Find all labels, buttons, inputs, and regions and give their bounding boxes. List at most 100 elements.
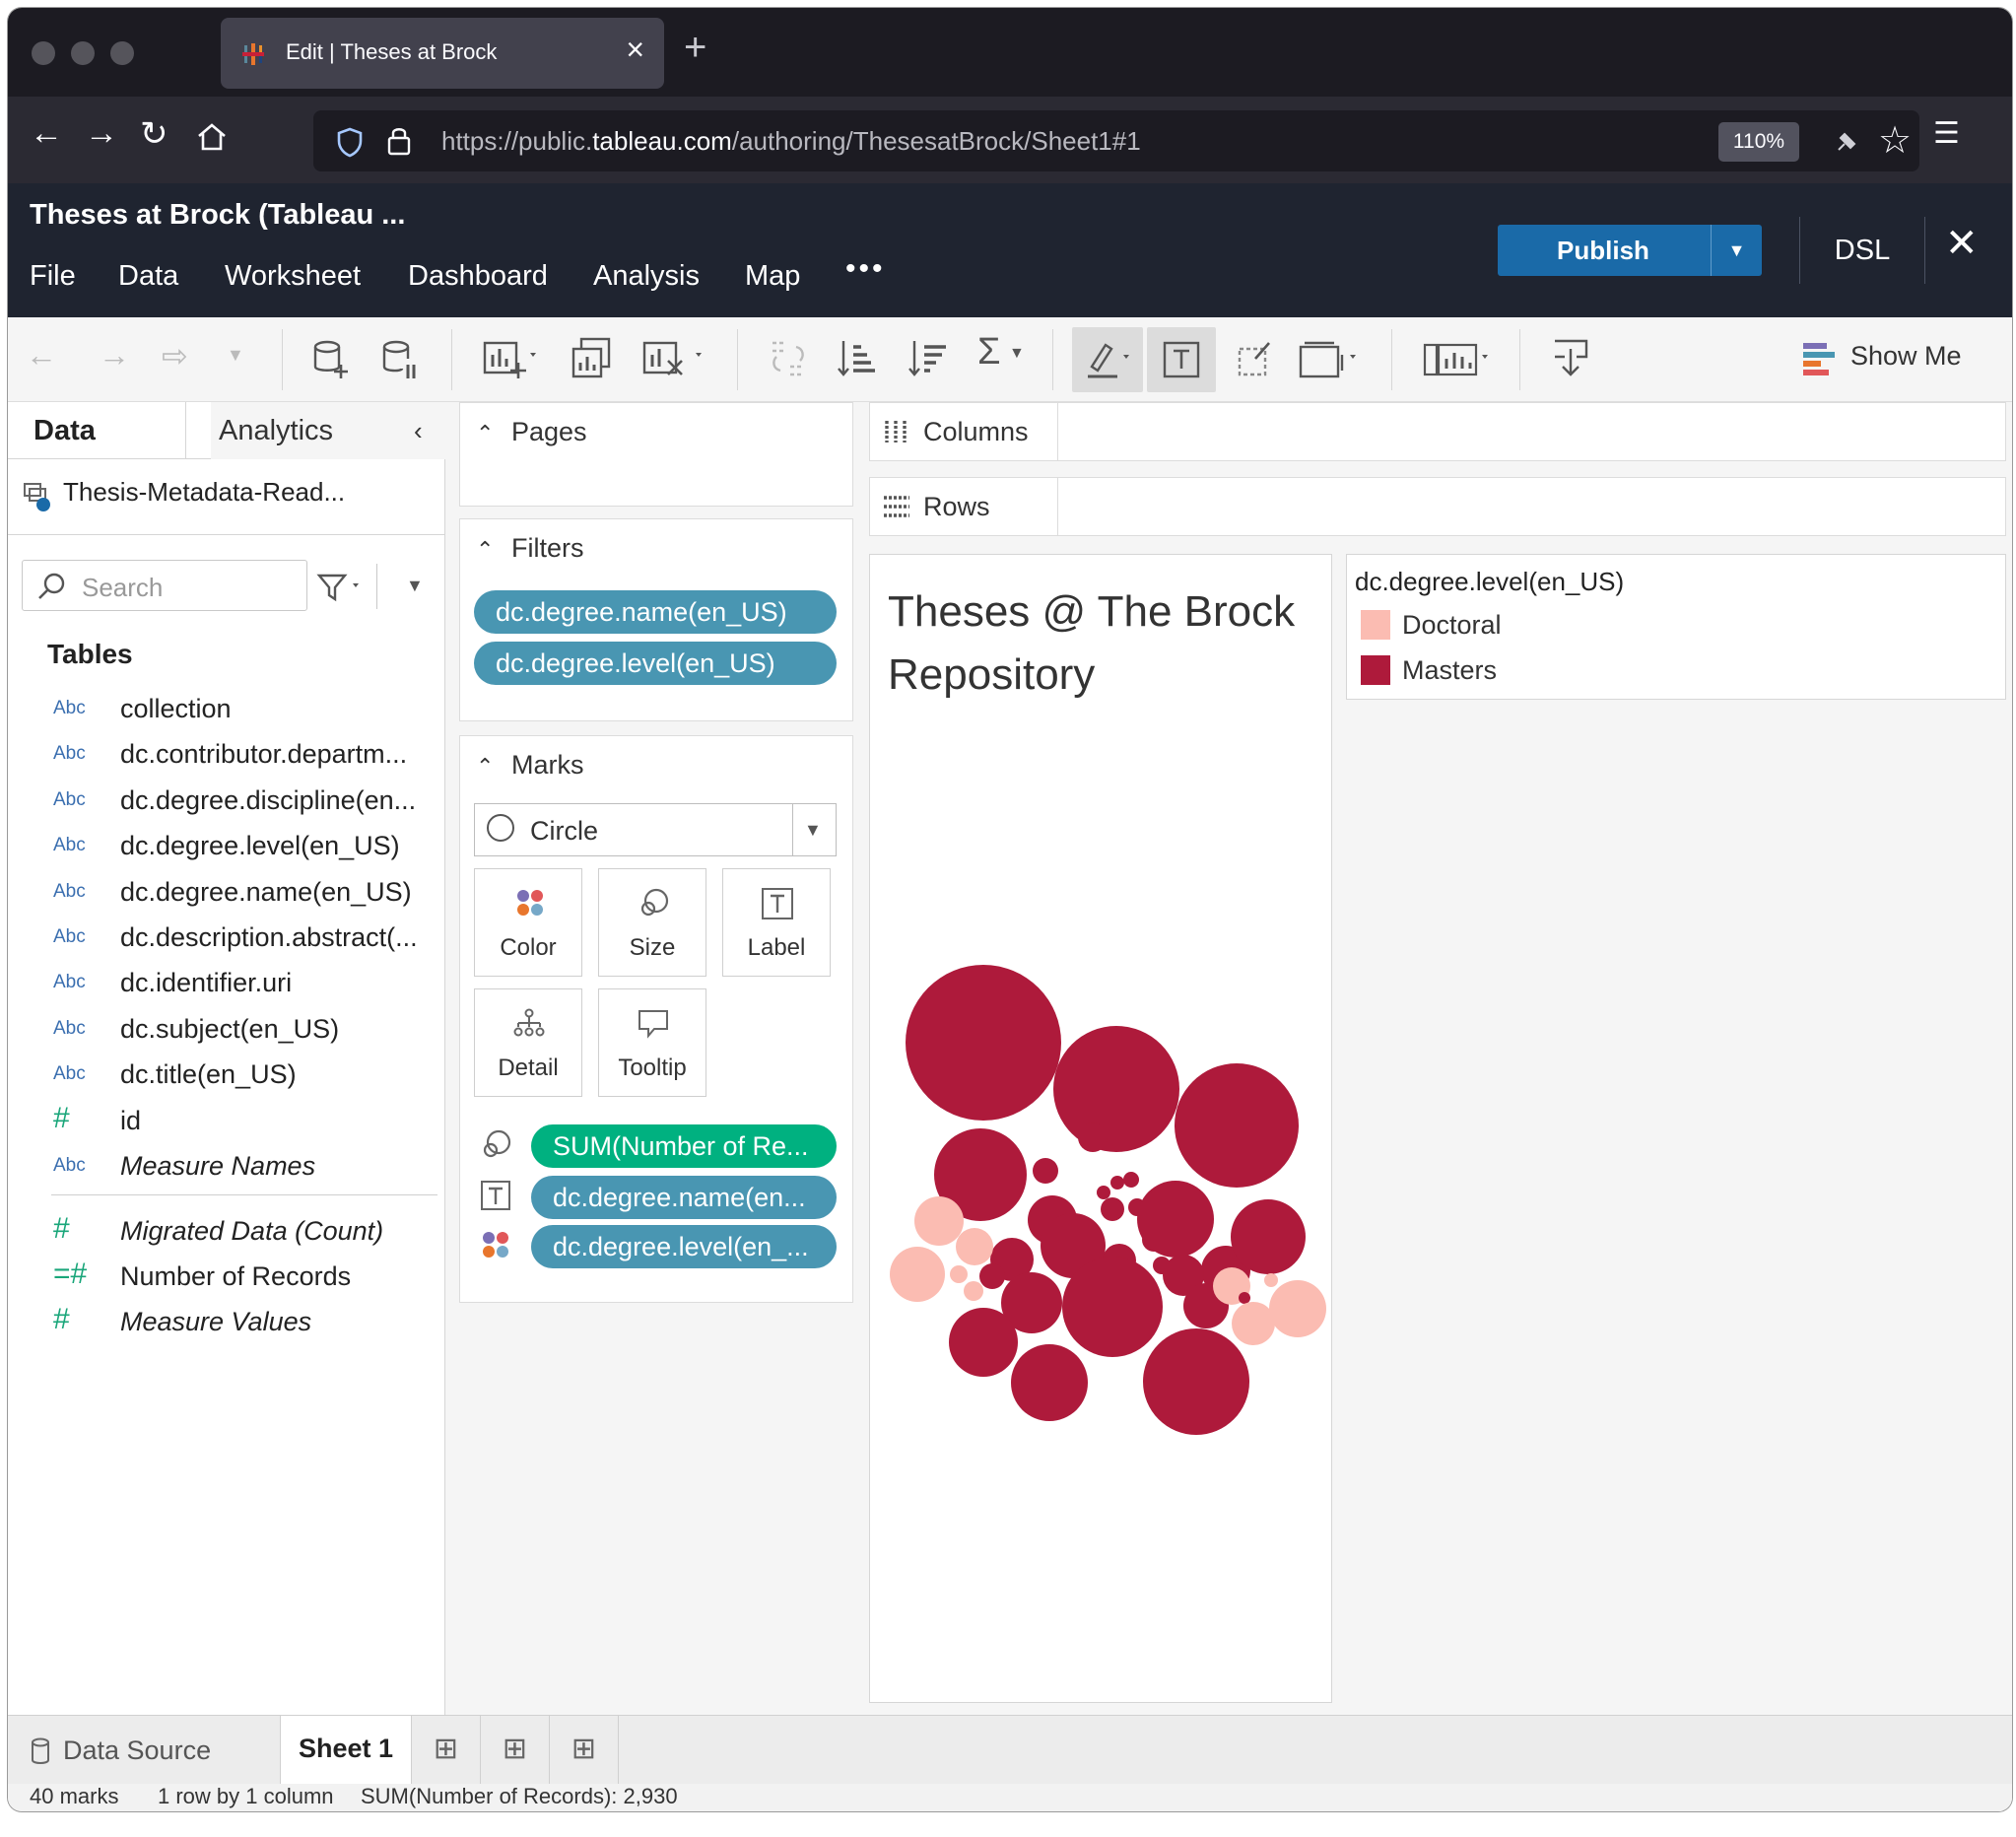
new-story-tab-icon[interactable]: ⊞ [550,1716,619,1785]
field-row[interactable]: Abc dc.degree.level(en_US) [8,823,445,868]
bubble-mark[interactable] [890,1247,945,1302]
user-initials[interactable]: DSL [1799,217,1925,284]
sort-ascending-icon[interactable] [836,337,879,380]
publish-button[interactable]: Publish ▼ [1498,225,1762,276]
window-minimize-dot[interactable] [71,41,95,65]
browser-tab-active[interactable]: Edit | Theses at Brock × [221,18,664,89]
columns-shelf[interactable]: Columns [869,402,2006,461]
pages-card[interactable]: ⌃ Pages [459,402,853,507]
marks-pill-size-field[interactable]: SUM(Number of Re... [531,1124,837,1168]
show-mark-labels-icon[interactable] [1163,341,1200,378]
marks-label-button[interactable]: Label [722,868,831,977]
bubble-mark[interactable] [1123,1172,1139,1188]
publish-dropdown-icon[interactable]: ▼ [1711,225,1762,276]
bubble-mark[interactable] [914,1196,964,1246]
bubble-mark[interactable] [1264,1273,1278,1287]
new-data-source-icon[interactable] [311,339,351,380]
collapse-chevron-icon[interactable]: ⌃ [476,421,494,446]
bubble-mark[interactable] [1232,1302,1275,1345]
menu-dashboard[interactable]: Dashboard [408,260,548,293]
field-row[interactable]: # Measure Values [8,1299,445,1344]
menu-data[interactable]: Data [118,260,178,293]
sort-descending-icon[interactable] [907,337,950,380]
url-bar[interactable]: https://public.tableau.com/authoring/The… [313,110,1919,171]
field-row[interactable]: Abc collection [8,686,445,731]
menu-analysis[interactable]: Analysis [593,260,700,293]
show-me-button[interactable]: Show Me [1850,341,1962,372]
presentation-mode-icon[interactable] [1421,337,1496,380]
back-arrow-icon[interactable]: ← [30,114,63,153]
marks-pill-color-field[interactable]: dc.degree.level(en_... [531,1225,837,1268]
filter-funnel-icon[interactable] [315,570,367,603]
new-tab-icon[interactable]: + [684,26,706,70]
pin-icon[interactable] [1831,126,1862,158]
swap-rows-columns-icon[interactable] [767,337,810,380]
bubble-mark[interactable] [956,1228,993,1265]
bubble-mark[interactable] [964,1281,983,1301]
highlight-pen-icon[interactable] [1084,339,1135,380]
url-text[interactable]: https://public.tableau.com/authoring/The… [441,126,1141,157]
legend-swatch-masters[interactable] [1361,655,1390,685]
window-zoom-dot[interactable] [110,41,134,65]
clear-sheet-icon[interactable] [642,337,707,380]
bubble-mark[interactable] [1078,1123,1108,1152]
bubble-mark[interactable] [1101,1197,1124,1221]
show-me-icon[interactable] [1801,341,1837,380]
marks-detail-button[interactable]: Detail [474,988,582,1097]
more-menu-icon[interactable]: ••• [845,252,886,286]
legend-item-doctoral[interactable]: Doctoral [1402,610,1502,641]
collapse-chevron-icon[interactable]: ⌃ [476,754,494,780]
bookmark-star-icon[interactable]: ☆ [1878,118,1912,163]
field-row[interactable]: Abc dc.contributor.departm... [8,731,445,777]
sheet-tab-active[interactable]: Sheet 1 [280,1716,412,1785]
legend-swatch-doctoral[interactable] [1361,610,1390,640]
new-worksheet-tab-icon[interactable]: ⊞ [412,1716,481,1785]
filter-pill-degree-level[interactable]: dc.degree.level(en_US) [474,642,837,685]
collapse-pane-icon[interactable]: ‹ [414,402,423,459]
bubble-mark[interactable] [1033,1158,1058,1184]
lock-icon[interactable] [386,124,412,158]
bubble-mark[interactable] [906,965,1061,1121]
filters-card[interactable]: ⌃ Filters dc.degree.name(en_US) dc.degre… [459,518,853,721]
rows-shelf[interactable]: Rows [869,477,2006,536]
reload-icon[interactable]: ↻ [140,114,168,154]
tab-analytics[interactable]: Analytics [211,402,445,459]
field-row[interactable]: Abc Measure Names [8,1143,445,1189]
pause-updates-icon[interactable] [380,339,420,380]
data-source-name[interactable]: Thesis-Metadata-Read... [63,477,345,508]
totals-dropdown-icon[interactable]: ▼ [1009,345,1025,363]
field-row[interactable]: Abc dc.title(en_US) [8,1052,445,1097]
fix-axes-icon[interactable] [1236,339,1275,378]
bubble-mark[interactable] [1062,1257,1163,1357]
menu-worksheet[interactable]: Worksheet [225,260,361,293]
field-row[interactable]: Abc dc.degree.discipline(en... [8,778,445,823]
home-icon[interactable] [195,120,229,154]
data-source-tab[interactable]: Data Source [63,1735,211,1766]
new-worksheet-icon[interactable] [483,337,538,380]
marks-color-button[interactable]: Color [474,868,582,977]
marks-size-button[interactable]: Size [598,868,706,977]
new-dashboard-tab-icon[interactable]: ⊞ [481,1716,550,1785]
filter-pill-degree-name[interactable]: dc.degree.name(en_US) [474,590,837,634]
forward-arrow-icon[interactable]: → [85,114,118,153]
marks-pill-label-field[interactable]: dc.degree.name(en... [531,1176,837,1219]
shield-icon[interactable] [335,126,365,158]
totals-sigma-icon[interactable]: Σ [977,331,1001,374]
undo-icon[interactable]: ← [26,337,57,374]
window-close-dot[interactable] [32,41,55,65]
bubble-mark[interactable] [1143,1328,1249,1435]
replay-dropdown-icon[interactable]: ▼ [227,345,244,366]
bubble-mark[interactable] [1137,1181,1214,1258]
bubble-mark[interactable] [1239,1292,1250,1304]
marks-tooltip-button[interactable]: Tooltip [598,988,706,1097]
mark-type-select[interactable]: Circle ▼ [474,803,837,856]
download-icon[interactable] [1549,335,1592,380]
bubble-mark[interactable] [949,1308,1018,1377]
field-row[interactable]: Abc dc.description.abstract(... [8,915,445,960]
field-row[interactable]: =# Number of Records [8,1254,445,1299]
fit-view-icon[interactable] [1297,337,1362,380]
bubble-mark[interactable] [1053,1026,1179,1152]
close-authoring-icon[interactable]: ✕ [1945,221,1979,266]
redo-icon[interactable]: → [99,337,130,374]
bubble-mark[interactable] [1269,1280,1326,1337]
